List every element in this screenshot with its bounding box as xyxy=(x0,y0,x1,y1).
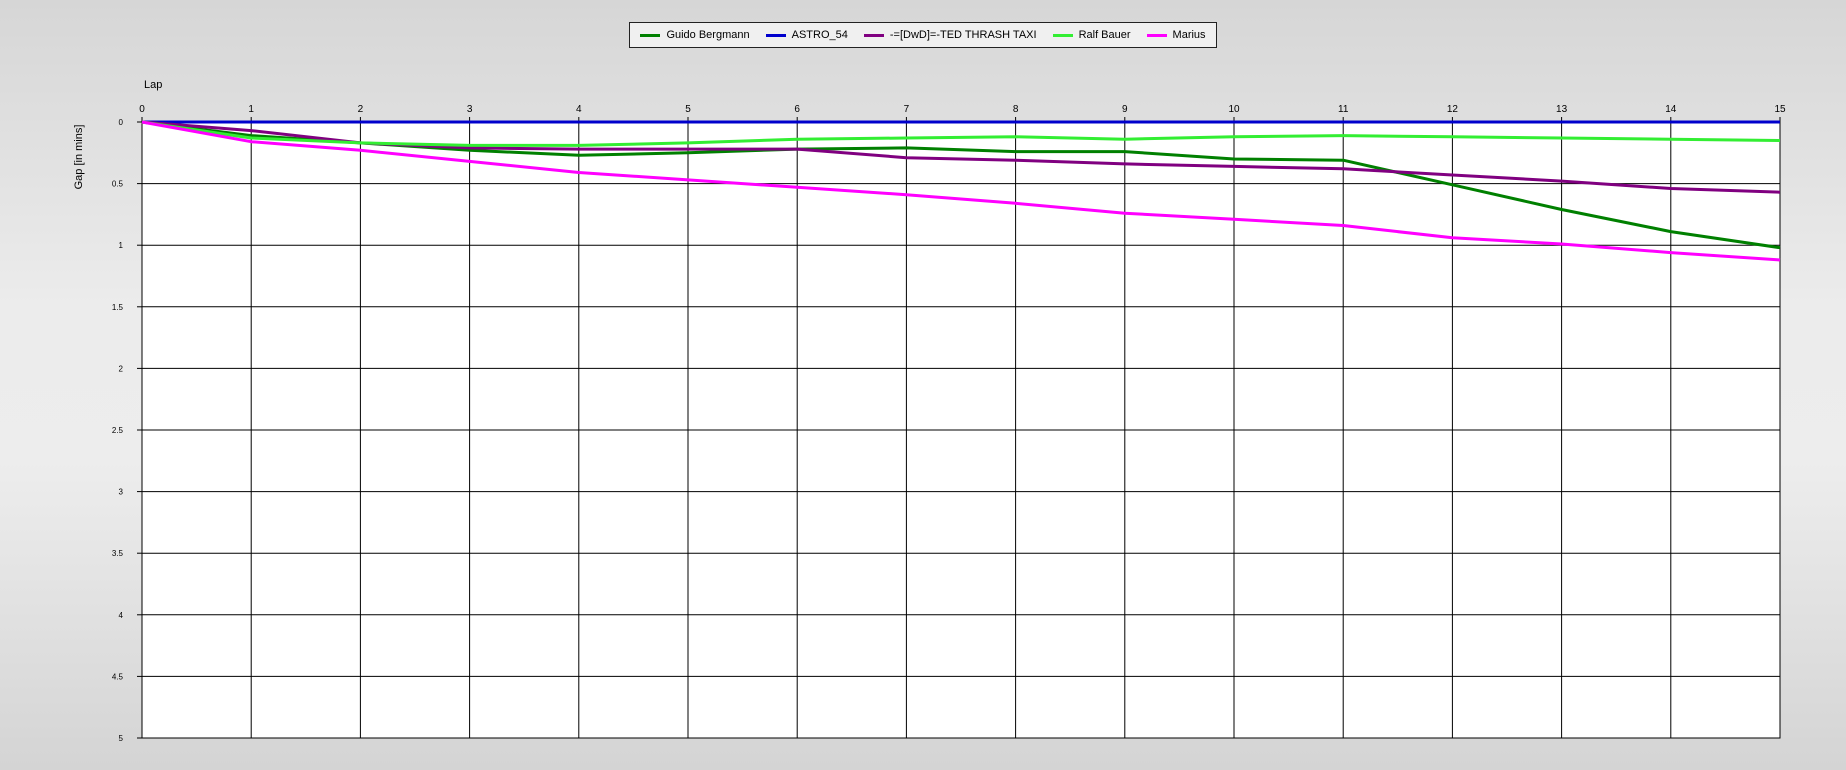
y-tick-label: 5 xyxy=(119,734,124,743)
y-tick-label: 1.5 xyxy=(112,303,124,312)
y-tick-label: 1 xyxy=(119,241,124,250)
x-tick-label: 3 xyxy=(467,104,473,115)
y-tick-label: 2.5 xyxy=(112,426,124,435)
y-axis-title: Gap [in mins] xyxy=(73,125,85,190)
line-chart: 0 1 2 3 4 5 6 7 8 9 10 11 12 13 14 1500.511.522.533.544… xyxy=(73,79,1786,743)
y-tick-label: 3 xyxy=(119,488,124,497)
x-tick-label: 2 xyxy=(358,104,364,115)
x-tick-label: 10 xyxy=(1228,104,1240,115)
x-axis-title: Lap xyxy=(144,79,162,91)
y-tick-label: 2 xyxy=(119,364,124,373)
x-tick-label: 0 xyxy=(139,104,145,115)
x-tick-label: 12 xyxy=(1447,104,1459,115)
x-tick-label: 6 xyxy=(794,104,800,115)
x-tick-label: 5 xyxy=(685,104,691,115)
y-tick-label: 0 xyxy=(119,118,124,127)
x-tick-label: 15 xyxy=(1774,104,1786,115)
x-tick-label: 13 xyxy=(1556,104,1568,115)
x-tick-label: 4 xyxy=(576,104,582,115)
x-tick-label: 14 xyxy=(1665,104,1677,115)
x-tick-label: 8 xyxy=(1013,104,1019,115)
y-tick-label: 4 xyxy=(119,611,124,620)
y-tick-label: 3.5 xyxy=(112,549,124,558)
x-tick-label: 11 xyxy=(1338,104,1349,115)
x-tick-label: 1 xyxy=(248,104,254,115)
y-tick-label: 4.5 xyxy=(112,672,124,681)
x-tick-label: 9 xyxy=(1122,104,1128,115)
x-tick-label: 7 xyxy=(904,104,910,115)
y-tick-label: 0.5 xyxy=(112,180,124,189)
